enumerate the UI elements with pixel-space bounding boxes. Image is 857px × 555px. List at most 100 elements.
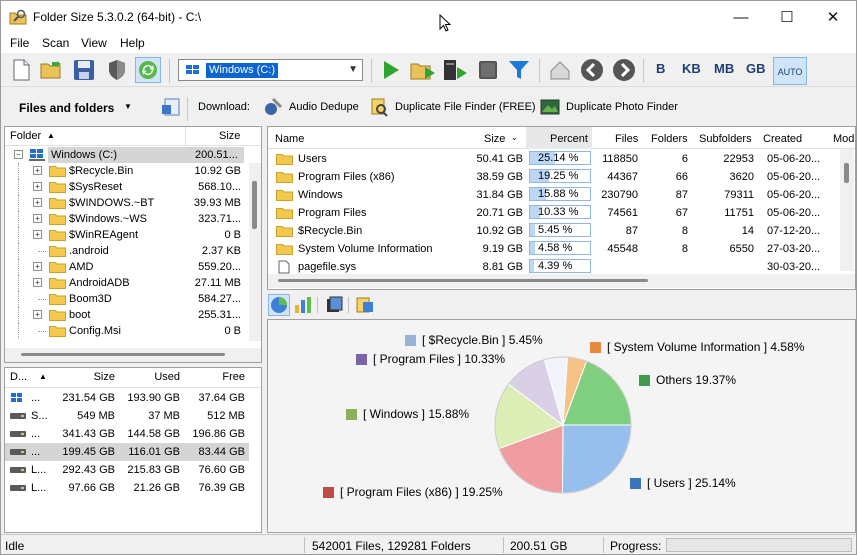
stop-icon[interactable] — [475, 57, 501, 83]
drive-row[interactable]: L... 292.43 GB 215.83 GB 76.60 GB — [5, 461, 249, 479]
expand-icon[interactable]: + — [33, 310, 42, 319]
filter-icon[interactable] — [506, 57, 532, 83]
scrollbar-thumb[interactable] — [21, 353, 225, 356]
name-column-header[interactable]: Name — [275, 133, 304, 145]
file-list-row[interactable]: Program Files (x86) 38.59 GB 19.25 % 44367 6… — [268, 168, 838, 186]
export-icon[interactable] — [161, 97, 181, 117]
tree-item[interactable]: + AndroidADB 27.11 MB — [5, 275, 245, 291]
file-list-row[interactable]: Program Files 20.71 GB 10.33 % 74561 67 11751… — [268, 204, 838, 222]
tree-item[interactable]: + $SysReset 568.10... — [5, 179, 245, 195]
unit-gb-button[interactable]: GB — [746, 61, 766, 76]
expand-icon[interactable]: + — [33, 230, 42, 239]
duplicate-photo-finder-link[interactable]: Duplicate Photo Finder — [566, 101, 678, 113]
file-list-row[interactable]: Windows 31.84 GB 15.88 % 230790 87 79311 05-06… — [268, 186, 838, 204]
percent-value: 4.39 % — [538, 260, 573, 272]
bar-chart-icon[interactable] — [294, 296, 312, 314]
files-column-header[interactable]: Files — [615, 133, 638, 145]
duplicate-file-finder-link[interactable]: Duplicate File Finder (FREE) — [395, 101, 536, 113]
file-list-row[interactable]: $Recycle.Bin 10.92 GB 5.45 % 87 8 14 07-12-20.… — [268, 222, 838, 240]
save-chart-icon[interactable] — [356, 296, 374, 314]
duplicate-photo-finder-icon — [540, 99, 560, 115]
save-icon[interactable] — [71, 57, 97, 83]
drive-selector[interactable]: Windows (C:) ▼ — [178, 59, 363, 81]
menu-file[interactable]: File — [10, 36, 29, 50]
tree-item[interactable]: + $Recycle.Bin 10.92 GB — [5, 163, 245, 179]
modified-column-header[interactable]: Modi — [833, 133, 855, 145]
copy-chart-icon[interactable] — [325, 296, 343, 314]
toolbar-separator — [371, 59, 372, 83]
minimize-button[interactable]: — — [718, 1, 764, 33]
tree-vertical-scrollbar[interactable] — [249, 163, 261, 341]
chevron-down-icon[interactable]: ▼ — [348, 64, 358, 75]
back-arrow-icon[interactable] — [579, 57, 605, 83]
subfolders-column-header[interactable]: Subfolders — [699, 133, 752, 145]
created-column-header[interactable]: Created — [763, 133, 802, 145]
file-list-row[interactable]: System Volume Information 9.19 GB 4.58 % 45… — [268, 240, 838, 258]
tree-item[interactable]: + $WinREAgent 0 B — [5, 227, 245, 243]
drive-row[interactable]: ... 231.54 GB 193.90 GB 37.64 GB — [5, 389, 249, 407]
list-horizontal-scrollbar[interactable] — [268, 274, 855, 288]
audio-dedupe-link[interactable]: Audio Dedupe — [289, 101, 359, 113]
tree-item-label: $Windows.~WS — [69, 213, 147, 225]
play-scan-icon[interactable] — [378, 57, 404, 83]
list-vertical-scrollbar[interactable] — [840, 149, 854, 271]
tree-item[interactable]: Boom3D 584.27... — [5, 291, 245, 307]
unit-kb-button[interactable]: KB — [682, 61, 701, 76]
drive-row[interactable]: L... 97.66 GB 21.26 GB 76.39 GB — [5, 479, 249, 497]
expand-icon[interactable]: + — [33, 262, 42, 271]
unit-bytes-button[interactable]: B — [656, 61, 665, 76]
folder-column-header[interactable]: Folder — [10, 130, 41, 142]
forward-arrow-icon[interactable] — [611, 57, 637, 83]
scrollbar-thumb[interactable] — [278, 279, 648, 282]
refresh-icon[interactable] — [135, 57, 161, 83]
tree-item[interactable]: + boot 255.31... — [5, 307, 245, 323]
tree-item[interactable]: + AMD 559.20... — [5, 259, 245, 275]
folders-column-header[interactable]: Folders — [651, 133, 688, 145]
tree-horizontal-scrollbar[interactable] — [5, 348, 261, 362]
close-button[interactable]: ✕ — [810, 1, 856, 33]
shield-icon[interactable] — [104, 57, 130, 83]
maximize-button[interactable]: ☐ — [764, 1, 810, 33]
drive-used-column-header[interactable]: Used — [125, 371, 180, 383]
tree-item[interactable]: Config.Msi 0 B — [5, 323, 245, 339]
files-and-folders-dropdown[interactable]: Files and folders — [19, 101, 114, 115]
size-column-header[interactable]: Size — [484, 133, 505, 145]
tree-item-size: 559.20... — [198, 261, 241, 273]
pie-chart-view-button[interactable] — [268, 294, 290, 316]
expand-icon[interactable]: + — [33, 278, 42, 287]
unit-mb-button[interactable]: MB — [714, 61, 734, 76]
drive-row[interactable]: ... 341.43 GB 144.58 GB 196.86 GB — [5, 425, 249, 443]
size-column-header[interactable]: Size — [219, 130, 240, 142]
drive-column-header[interactable]: D... — [10, 371, 27, 383]
scan-drive-icon[interactable] — [442, 57, 468, 83]
tree-item[interactable]: + $WINDOWS.~BT 39.93 MB — [5, 195, 245, 211]
secondary-toolbar: Files and folders ▼ Download: Audio Dedu… — [1, 89, 856, 125]
drive-free-column-header[interactable]: Free — [190, 371, 245, 383]
menu-scan[interactable]: Scan — [42, 36, 69, 50]
scan-folder-icon[interactable] — [410, 57, 436, 83]
pie-slice[interactable] — [561, 424, 632, 494]
drive-row[interactable]: ... 199.45 GB 116.01 GB 83.44 GB — [5, 443, 249, 461]
file-list-row[interactable]: Users 50.41 GB 25.14 % 118850 6 22953 05-06-20… — [268, 150, 838, 168]
menu-view[interactable]: View — [81, 36, 107, 50]
chevron-down-icon[interactable]: ▼ — [124, 102, 132, 111]
expand-icon[interactable]: + — [33, 214, 42, 223]
tree-item[interactable]: .android 2.37 KB — [5, 243, 245, 259]
drive-size: 341.43 GB — [62, 428, 115, 440]
menu-help[interactable]: Help — [120, 36, 145, 50]
unit-auto-button[interactable]: AUTO — [773, 57, 807, 85]
scrollbar-thumb[interactable] — [252, 181, 257, 229]
new-document-icon[interactable] — [8, 57, 34, 83]
windows-drive-icon — [186, 65, 199, 74]
drive-row[interactable]: S... 549 MB 37 MB 512 MB — [5, 407, 249, 425]
tree-item[interactable]: + $Windows.~WS 323.71... — [5, 211, 245, 227]
open-folder-icon[interactable] — [39, 57, 65, 83]
expand-icon[interactable]: + — [33, 166, 42, 175]
scrollbar-thumb[interactable] — [844, 163, 849, 183]
drive-size-column-header[interactable]: Size — [65, 371, 115, 383]
expand-icon[interactable]: + — [33, 198, 42, 207]
percent-column-header[interactable]: Percent — [550, 133, 588, 145]
expand-icon[interactable]: + — [33, 182, 42, 191]
tree-root-row[interactable]: − Windows (C:) 200.51... — [5, 147, 261, 163]
home-icon[interactable] — [547, 57, 573, 83]
